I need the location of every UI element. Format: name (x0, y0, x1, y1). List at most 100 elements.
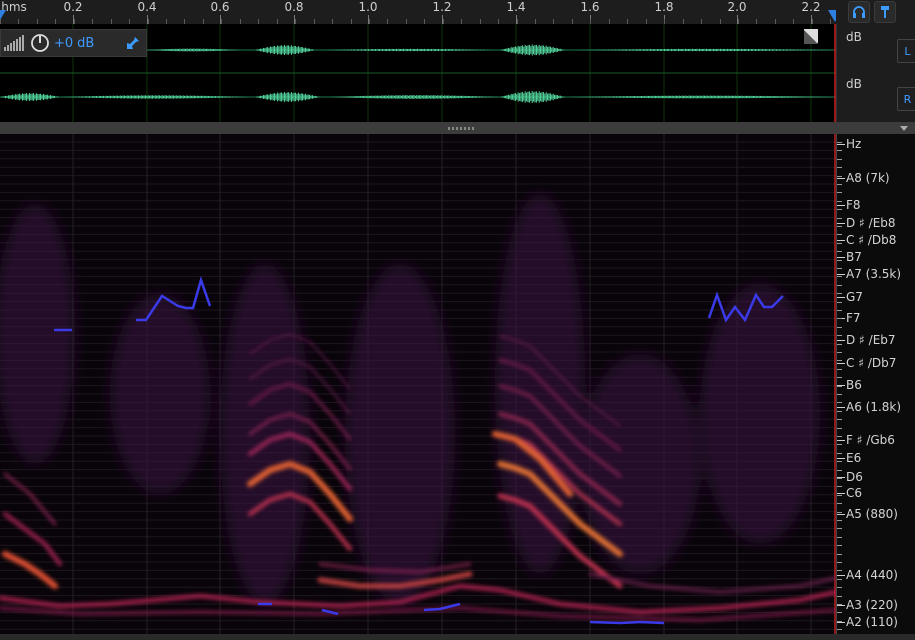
pitch-scale-minor-tick (837, 327, 842, 328)
pitch-scale-minor-tick (837, 554, 842, 555)
pitch-scale-label: B7 (846, 250, 862, 264)
pitch-scale-label: F7 (846, 311, 861, 325)
pitch-scale-tick (837, 340, 845, 341)
pitch-scale-minor-tick (837, 352, 842, 353)
time-tick-label: 0.8 (284, 0, 304, 14)
top-right-controls (836, 0, 915, 24)
pitch-scale-minor-tick (837, 268, 842, 269)
pitch-scale-label: A8 (7k) (846, 171, 890, 185)
left-channel-button[interactable]: L (897, 39, 915, 63)
pitch-scale-minor-tick (837, 537, 842, 538)
headphones-icon-button[interactable] (848, 1, 870, 23)
pitch-scale: Hz A8 (7k) F8 D ♯ /Eb8 C ♯ /Db8 B7 A7 (3.5k) G7… (836, 134, 915, 634)
pitch-scale-minor-tick (837, 344, 842, 345)
pitch-scale-minor-tick (837, 218, 842, 219)
pitch-scale-label: A4 (440) (846, 568, 898, 582)
time-tick-label: 1.6 (580, 0, 600, 14)
pitch-scale-minor-tick (837, 251, 842, 252)
pitch-scale-minor-tick (837, 234, 842, 235)
pitch-scale-minor-tick (837, 621, 842, 622)
pitch-scale-label: Hz (846, 137, 862, 151)
gain-unit: dB (77, 35, 95, 51)
pitch-scale-minor-tick (837, 528, 842, 529)
pitch-scale-minor-tick (837, 478, 842, 479)
pitch-scale-minor-tick (837, 192, 842, 193)
pitch-scale-minor-tick (837, 629, 842, 630)
pitch-scale-label: C6 (846, 486, 863, 500)
waveform-scale: dB L dB R (836, 24, 915, 122)
pin-hud-icon[interactable] (125, 35, 141, 51)
time-tick-label: 1.2 (432, 0, 452, 14)
time-tick-label: 1.0 (358, 0, 378, 14)
pitch-scale-tick (837, 257, 845, 258)
pitch-scale-minor-tick (837, 579, 842, 580)
time-tick-label: 2.0 (727, 0, 747, 14)
selection-start-marker[interactable] (0, 10, 6, 20)
pitch-scale-minor-tick (837, 545, 842, 546)
pitch-scale-label: A5 (880) (846, 507, 898, 521)
right-db-label: dB (846, 77, 862, 91)
pitch-scale-label: A6 (1.8k) (846, 400, 902, 414)
time-tick-label: 1.4 (506, 0, 526, 14)
spectral-energy-haze (220, 264, 310, 604)
pitch-scale-minor-tick (837, 470, 842, 471)
pitch-scale-tick (837, 458, 845, 459)
zoom-toggle-icon[interactable] (804, 29, 818, 44)
pitch-scale-tick (837, 274, 845, 275)
pitch-scale-minor-tick (837, 260, 842, 261)
divider-grip-icon[interactable] (448, 127, 476, 130)
level-meter-icon (4, 35, 24, 51)
pitch-scale-minor-tick (837, 436, 842, 437)
pitch-scale-tick (837, 297, 845, 298)
pitch-scale-minor-tick (837, 318, 842, 319)
gain-value[interactable]: +0 (54, 36, 73, 51)
pitch-scale-tick (837, 178, 845, 179)
pitch-scale-tick (837, 605, 845, 606)
pitch-scale-minor-tick (837, 394, 842, 395)
pitch-scale-minor-tick (837, 570, 842, 571)
pitch-scale-minor-tick (837, 512, 842, 513)
harmonic-band (3, 472, 57, 526)
pitch-scale-label: A3 (220) (846, 598, 898, 612)
pitch-scale-minor-tick (837, 419, 842, 420)
gain-hud: +0 dB (0, 29, 147, 57)
pitch-scale-minor-tick (837, 167, 842, 168)
pitch-scale-minor-tick (837, 335, 842, 336)
pin-icon-button[interactable] (874, 1, 896, 23)
pitch-scale-minor-tick (837, 520, 842, 521)
time-ruler[interactable]: hms 0.2 0.4 0.6 0.8 1.0 1.2 1.4 1.6 1.8 2.0 2.2 (0, 0, 842, 25)
time-tick-label: 0.2 (63, 0, 83, 14)
pitch-scale-minor-tick (837, 184, 842, 185)
pitch-scale-tick (837, 493, 845, 494)
pitch-scale-tick (837, 440, 845, 441)
pitch-scale-minor-tick (837, 444, 842, 445)
pitch-scale-label: D ♯ /Eb7 (846, 333, 896, 347)
right-channel-button[interactable]: R (897, 87, 915, 111)
pitch-scale-minor-tick (837, 486, 842, 487)
pitch-scale-label: F8 (846, 198, 861, 212)
pitch-scale-tick (837, 407, 845, 408)
pitch-scale-minor-tick (837, 293, 842, 294)
spectral-frequency-display[interactable] (0, 134, 836, 634)
bottom-scrollbar[interactable] (0, 634, 915, 640)
pitch-scale-minor-tick (837, 461, 842, 462)
pitch-scale-minor-tick (837, 360, 842, 361)
pitch-scale-minor-tick (837, 276, 842, 277)
gain-knob-icon[interactable] (30, 33, 50, 53)
pitch-scale-label: F ♯ /Gb6 (846, 433, 895, 447)
pitch-scale-minor-tick (837, 201, 842, 202)
pitch-scale-minor-tick (837, 377, 842, 378)
pitch-scale-label: A2 (110) (846, 615, 898, 629)
chevron-down-icon[interactable] (900, 126, 908, 131)
pitch-scale-tick (837, 622, 845, 623)
pitch-scale-label: A7 (3.5k) (846, 267, 902, 281)
pitch-scale-minor-tick (837, 604, 842, 605)
left-db-label: dB (846, 30, 862, 44)
pitch-scale-tick (837, 575, 845, 576)
time-tick-label: 0.4 (137, 0, 157, 14)
pitch-scale-minor-tick (837, 596, 842, 597)
pitch-scale-tick (837, 205, 845, 206)
spectral-energy-haze (110, 294, 210, 494)
pitch-scale-label: D ♯ /Eb8 (846, 216, 896, 230)
pitch-scale-minor-tick (837, 285, 842, 286)
